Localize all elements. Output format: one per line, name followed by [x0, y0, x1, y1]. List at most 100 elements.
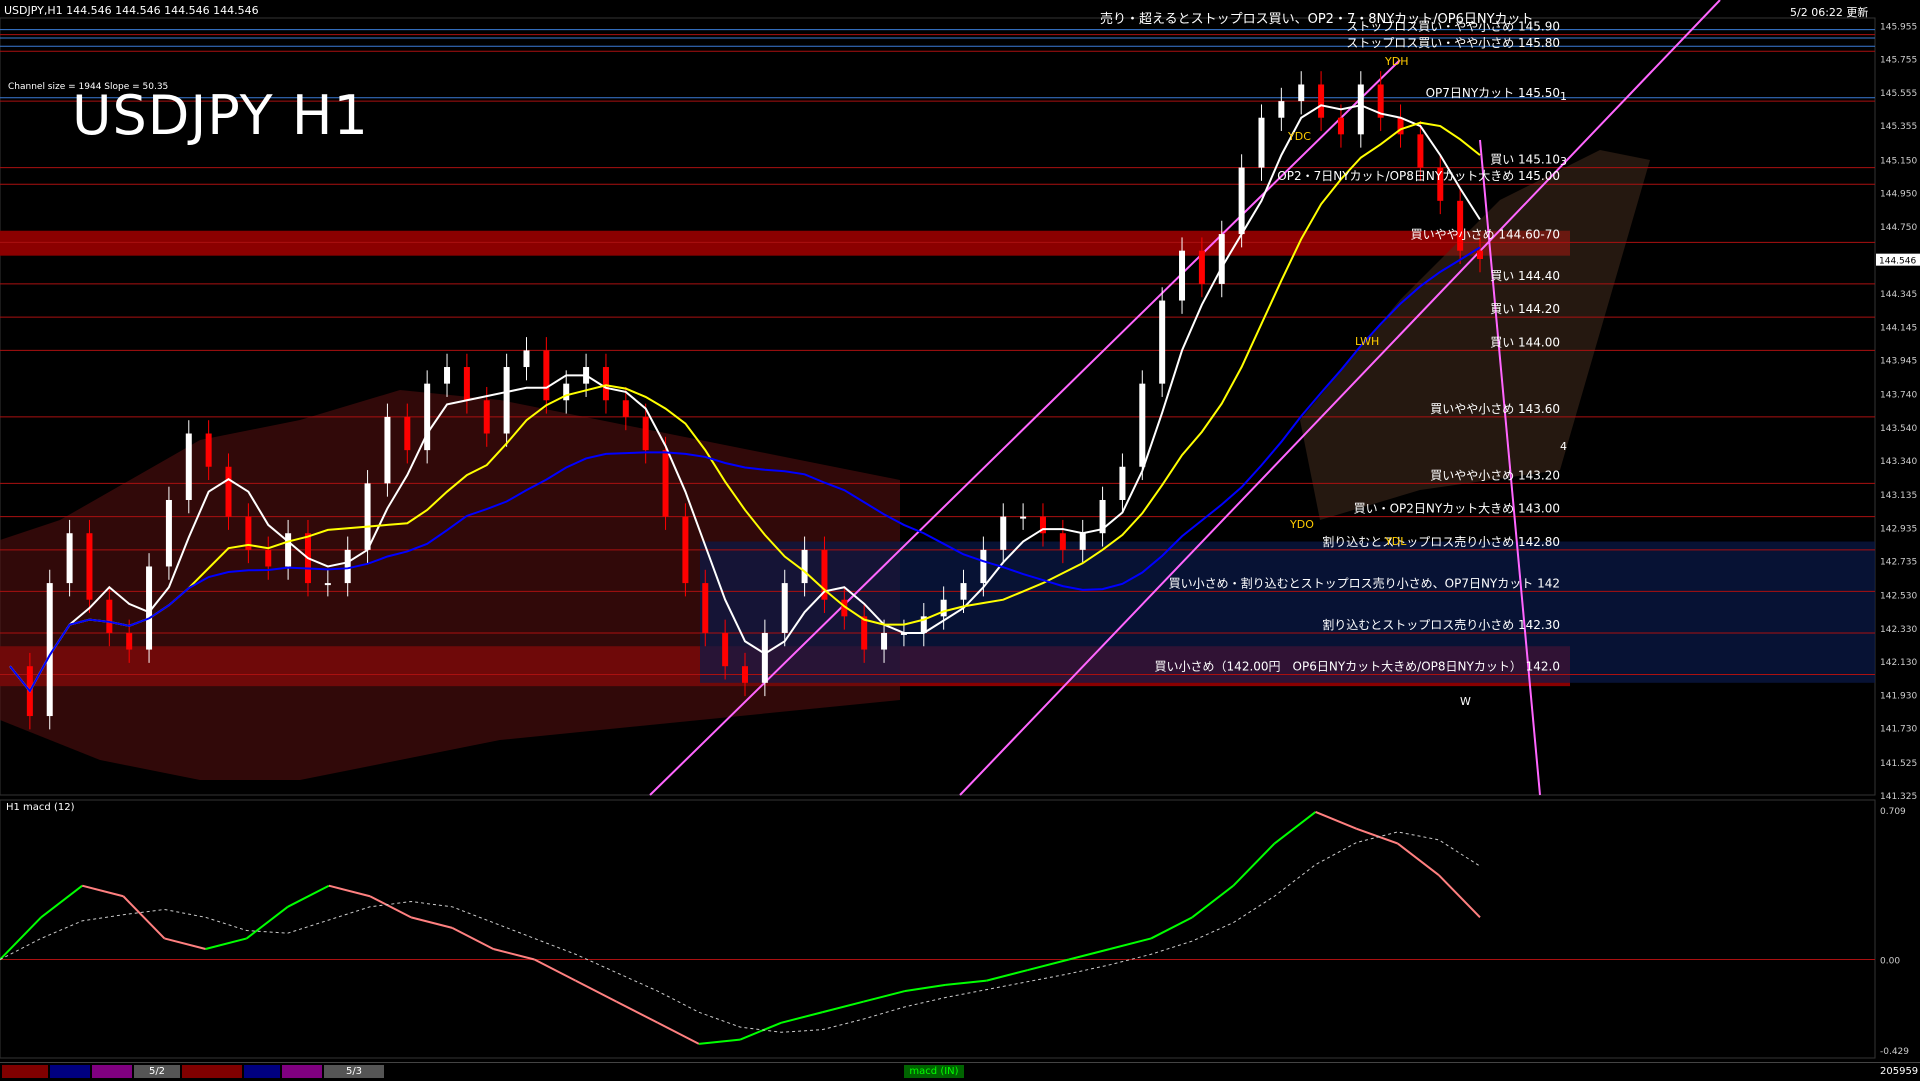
marker-3: 3	[1560, 155, 1567, 168]
macd-seg-23	[904, 983, 946, 993]
candle-body-33	[662, 450, 669, 517]
macd-seg-15	[575, 979, 618, 1003]
symbol-info: USDJPY,H1 144.546 144.546 144.546 144.54…	[4, 4, 259, 17]
level-label-9: 買いやや小さめ 143.60	[1430, 402, 1560, 416]
macd-seg-29	[1150, 916, 1193, 940]
candle-body-25	[503, 367, 510, 434]
macd-seg-5	[164, 937, 206, 950]
candle-body-58	[1159, 300, 1166, 384]
tab-1[interactable]	[2, 1065, 48, 1078]
candle-body-50	[1000, 516, 1007, 550]
price-tick-5: 144.950	[1880, 190, 1917, 200]
candle-body-3	[66, 533, 73, 584]
level-label-14: 割り込むとストップロス売り小さめ 142.30	[1322, 617, 1560, 632]
candle-body-68	[1357, 84, 1364, 135]
candle-body-51	[1020, 516, 1027, 519]
candle-body-47	[940, 599, 947, 617]
marker-YDL: YDL	[1384, 535, 1407, 548]
candle-body-5	[106, 599, 113, 633]
macd-seg-6	[205, 937, 247, 950]
macd-label: H1 macd (12)	[6, 802, 75, 813]
macd-seg-12	[451, 927, 494, 950]
candle-body-63	[1258, 117, 1265, 168]
tab-2[interactable]	[50, 1065, 90, 1078]
price-tick-18: 142.330	[1880, 625, 1917, 635]
price-tick-20: 141.930	[1880, 691, 1917, 701]
macd-tick-max: 0.709	[1880, 807, 1906, 817]
price-tick-23: 141.325	[1880, 792, 1917, 802]
macd-seg-33	[1315, 810, 1358, 830]
candle-body-10	[205, 433, 212, 467]
level-label-1: ストップロス買い・やや小さめ 145.80	[1346, 36, 1560, 50]
level-label-5: 買いやや小さめ 144.60-70	[1411, 227, 1560, 241]
price-tick-0: 145.955	[1880, 22, 1917, 32]
candle-body-30	[602, 367, 609, 401]
tab-7[interactable]	[282, 1065, 322, 1078]
candle-body-74	[1477, 250, 1483, 259]
macd-seg-4	[122, 895, 166, 940]
candle-body-6	[126, 632, 133, 650]
candle-body-62	[1238, 167, 1245, 235]
candle-body-54	[1079, 533, 1086, 550]
marker-LWH: LWH	[1355, 335, 1379, 348]
macd-seg-1	[0, 916, 42, 961]
macd-tick-zero: 0.00	[1880, 957, 1900, 967]
macd-seg-8	[287, 884, 330, 908]
tab-4[interactable]: 5/2	[134, 1065, 180, 1078]
price-tick-12: 143.540	[1880, 424, 1917, 434]
macd-seg-21	[821, 1000, 864, 1014]
tab-6[interactable]	[244, 1065, 280, 1078]
macd-panel	[0, 799, 1876, 1059]
price-chart[interactable]: 145.955 145.755 145.555 145.355 145.150 144.9…	[0, 0, 1920, 1080]
candle-body-56	[1119, 466, 1126, 500]
price-tick-16: 142.735	[1880, 558, 1917, 568]
candle-body-23	[463, 367, 470, 401]
macd-seg-16	[616, 1000, 659, 1024]
price-tick-21: 141.730	[1880, 725, 1917, 735]
candle-body-36	[722, 632, 729, 667]
tab-5[interactable]	[182, 1065, 242, 1078]
price-tick-11: 143.740	[1880, 391, 1917, 401]
candle-body-64	[1278, 101, 1285, 118]
macd-seg-26	[1027, 958, 1070, 972]
candle-body-48	[960, 583, 967, 600]
top-note: 売り・超えるとストップロス買い、OP2・7・8NYカット/OP6日NYカット	[1100, 12, 1534, 27]
candle-body-38	[761, 632, 768, 683]
marker-1: 1	[1560, 90, 1567, 103]
candle-body-31	[622, 400, 629, 417]
level-label-3: 買い 145.10	[1490, 153, 1560, 167]
candle-body-13	[265, 549, 272, 567]
candle-body-26	[523, 350, 530, 368]
candle-body-37	[742, 666, 748, 683]
candle-body-65	[1298, 84, 1305, 102]
macd-tab[interactable]: macd (IN)	[904, 1065, 964, 1078]
price-tick-15: 142.935	[1880, 524, 1917, 534]
macd-seg-3	[81, 884, 124, 898]
macd-seg-35	[1397, 842, 1440, 876]
candle-body-53	[1059, 533, 1066, 550]
tab-8[interactable]: 5/3	[324, 1065, 384, 1078]
macd-tick-min: -0.429	[1880, 1047, 1909, 1057]
marker-YDH: YDH	[1384, 55, 1408, 68]
candle-body-57	[1139, 383, 1146, 467]
macd-seg-24	[945, 979, 987, 986]
macd-seg-2	[40, 884, 83, 919]
candle-body-34	[682, 516, 689, 584]
candle-body-60	[1198, 250, 1205, 284]
price-tick-1: 145.755	[1880, 56, 1917, 66]
macd-seg-20	[780, 1011, 823, 1024]
price-tick-2: 145.555	[1880, 89, 1917, 99]
level-label-4: OP2・7日NYカット/OP8日NYカット大きめ 145.00	[1277, 169, 1560, 183]
datetime-label: 5/2 06:22 更新	[1790, 6, 1869, 19]
tab-3[interactable]	[92, 1065, 132, 1078]
volume-label: 205959	[1880, 1066, 1919, 1077]
candle-body-40	[801, 549, 808, 584]
candle-body-14	[285, 533, 292, 567]
level-label-11: 買い・OP2日NYカット大きめ 143.00	[1354, 502, 1560, 516]
cloud-brown	[1300, 150, 1650, 520]
chart-title: USDJPY H1	[72, 84, 369, 147]
candle-body-19	[384, 416, 391, 484]
candle-body-22	[444, 367, 451, 384]
candle-body-71	[1417, 134, 1424, 168]
candle-body-28	[563, 383, 570, 401]
